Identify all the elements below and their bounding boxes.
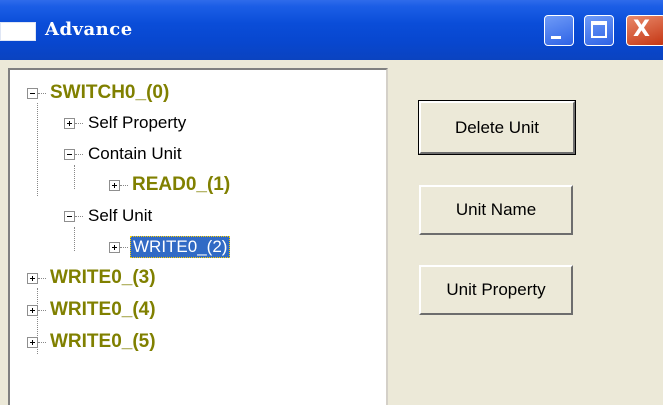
- collapse-icon[interactable]: [27, 87, 38, 99]
- expand-icon[interactable]: [27, 336, 38, 348]
- tree-connector: [74, 165, 75, 189]
- window-title: Advance: [45, 19, 133, 40]
- close-icon: X: [633, 17, 650, 42]
- tree-connector: [74, 227, 75, 251]
- tree-node-label: Self Unit: [88, 206, 153, 225]
- unit-name-button[interactable]: Unit Name: [419, 185, 573, 235]
- unit-tree-view[interactable]: SWITCH0_(0) Self Property Contain Unit R…: [8, 68, 388, 405]
- title-bar[interactable]: Advance X: [0, 0, 663, 60]
- tree-node-contain-unit[interactable]: Contain Unit: [64, 141, 185, 167]
- expand-icon[interactable]: [27, 272, 38, 284]
- tree-node-label: Contain Unit: [88, 144, 182, 163]
- tree-node-self-unit[interactable]: Self Unit: [64, 203, 155, 229]
- maximize-button[interactable]: [584, 15, 614, 46]
- collapse-icon[interactable]: [64, 148, 75, 160]
- tree-node-switch0[interactable]: SWITCH0_(0): [27, 80, 171, 106]
- close-button[interactable]: X: [626, 15, 663, 46]
- tree-node-label: WRITE0_(4): [50, 299, 156, 320]
- minimize-button[interactable]: [544, 15, 574, 46]
- tree-node-label: WRITE0_(5): [50, 331, 156, 352]
- minimize-icon: [551, 36, 561, 39]
- tree-node-self-property[interactable]: Self Property: [64, 110, 189, 136]
- expand-icon[interactable]: [64, 117, 75, 129]
- window-icon: [0, 22, 36, 41]
- tree-node-label: SWITCH0_(0): [50, 82, 170, 103]
- unit-property-button[interactable]: Unit Property: [419, 265, 573, 315]
- tree-connector: [37, 103, 38, 196]
- maximize-icon: [591, 21, 607, 38]
- tree-node-read0[interactable]: READ0_(1): [109, 172, 232, 198]
- tree-node-label: Self Property: [88, 113, 187, 132]
- expand-icon[interactable]: [109, 179, 120, 191]
- tree-node-write0-4[interactable]: WRITE0_(4): [27, 297, 158, 323]
- tree-node-write0-2[interactable]: WRITE0_(2): [109, 234, 231, 260]
- tree-node-label: READ0_(1): [132, 174, 231, 195]
- tree-node-label: WRITE0_(3): [50, 267, 156, 288]
- delete-unit-button[interactable]: Delete Unit: [418, 100, 576, 155]
- collapse-icon[interactable]: [64, 210, 75, 222]
- expand-icon[interactable]: [27, 304, 38, 316]
- tree-node-write0-3[interactable]: WRITE0_(3): [27, 265, 158, 291]
- tree-node-write0-5[interactable]: WRITE0_(5): [27, 329, 158, 355]
- expand-icon[interactable]: [109, 241, 120, 253]
- tree-node-label-selected: WRITE0_(2): [130, 236, 231, 258]
